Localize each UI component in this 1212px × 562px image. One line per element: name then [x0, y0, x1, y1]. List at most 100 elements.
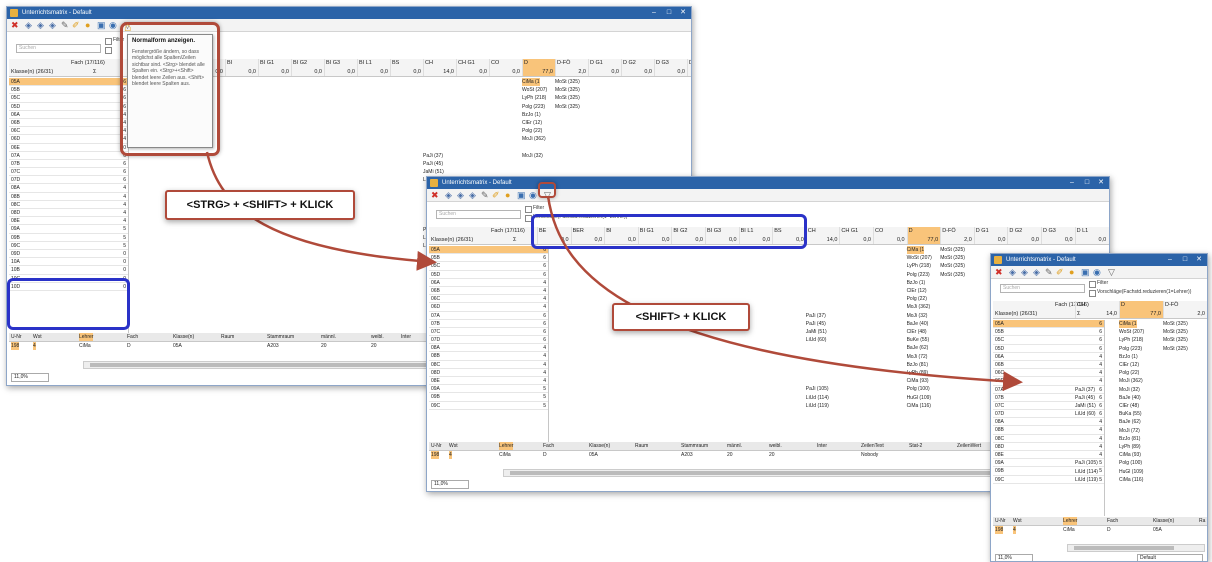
subject-header[interactable]: D G2 — [621, 59, 654, 68]
detail-column-header[interactable]: männl. — [321, 333, 336, 341]
matrix-cell[interactable]: WoSt (207) — [907, 254, 932, 262]
subject-header[interactable]: BI G3 — [324, 59, 357, 68]
subject-header[interactable]: D — [906, 227, 941, 236]
detail-column-header[interactable]: weibl. — [371, 333, 384, 341]
matrix-cell[interactable]: BzJo (1) — [1119, 353, 1138, 361]
detail-cell[interactable]: 198 — [995, 526, 1004, 534]
matrix-cell[interactable]: LiUd (60) — [806, 336, 827, 344]
matrix-cell[interactable]: LiUd (119) — [806, 402, 829, 410]
delete-icon[interactable]: ✖ — [11, 20, 19, 31]
maximize-button[interactable]: □ — [662, 7, 676, 19]
detail-cell[interactable]: 4 — [449, 451, 452, 459]
matrix-cell[interactable]: ClEr (12) — [907, 287, 927, 295]
detail-column-header[interactable]: Inter — [817, 442, 827, 450]
toolbar-tool-icon[interactable]: ◈ — [49, 20, 56, 31]
subject-header[interactable]: D-FÖ — [555, 59, 588, 68]
matrix-cell[interactable]: MoSt (325) — [1163, 320, 1188, 328]
matrix-cell[interactable]: LiUd (114) — [1075, 468, 1098, 476]
detail-cell[interactable]: 20 — [769, 451, 775, 459]
detail-column-header[interactable]: Fach — [1107, 517, 1118, 525]
help-icon[interactable]: ◉ — [109, 20, 117, 31]
matrix-cell[interactable]: PaJi (45) — [423, 160, 443, 168]
detail-column-header[interactable]: Stammraum — [681, 442, 708, 450]
subject-header[interactable]: CH G1 — [839, 227, 873, 236]
edit-icon[interactable]: ✎ — [481, 190, 489, 201]
detail-column-header[interactable]: ZeilenText — [861, 442, 884, 450]
detail-column-header[interactable]: Klasse(n) — [1153, 517, 1174, 525]
matrix-cell[interactable]: PaJi (105) — [1075, 459, 1098, 467]
subject-header[interactable]: D L1 — [1074, 227, 1109, 236]
matrix-cell[interactable]: LyPh (89) — [907, 369, 929, 377]
detail-cell[interactable]: D — [127, 342, 131, 350]
matrix-cell[interactable]: Polg (223) — [1119, 345, 1142, 353]
detail-cell[interactable]: 20 — [371, 342, 377, 350]
filter-checkbox[interactable]: Filter — [525, 205, 544, 213]
detail-cell[interactable]: 198 — [11, 342, 20, 350]
pencil-icon[interactable]: ✐ — [1056, 267, 1064, 278]
detail-cell[interactable]: D — [1107, 526, 1111, 534]
detail-column-header[interactable]: U-Nr — [11, 333, 22, 341]
matrix-cell[interactable]: PaJi (105) — [806, 385, 829, 393]
matrix-cell[interactable]: Polg (22) — [1119, 369, 1139, 377]
matrix-cell[interactable]: BaJe (62) — [907, 344, 929, 352]
matrix-cell[interactable]: MoSt (325) — [940, 254, 965, 262]
matrix-cell[interactable]: MoSt (325) — [1163, 328, 1188, 336]
detail-cell[interactable]: 05A — [1153, 526, 1162, 534]
detail-cell[interactable]: 4 — [1013, 526, 1016, 534]
detail-cell[interactable]: 20 — [321, 342, 327, 350]
matrix-cell[interactable]: MoJi (72) — [1119, 427, 1140, 435]
detail-column-header[interactable]: U-Nr — [431, 442, 442, 450]
detail-cell[interactable]: D — [543, 451, 547, 459]
detail-column-header[interactable]: Wst — [449, 442, 458, 450]
subject-header[interactable]: D L1 — [687, 59, 691, 68]
subject-header[interactable]: CO — [489, 59, 522, 68]
detail-column-header[interactable]: Fach — [543, 442, 554, 450]
maximize-button[interactable]: □ — [1080, 177, 1094, 189]
matrix-cell[interactable]: MoSt (325) — [940, 271, 965, 279]
matrix-cell[interactable]: MoSt (325) — [555, 78, 580, 86]
matrix-cell[interactable]: LiUd (119) — [1075, 476, 1098, 484]
maximize-button[interactable]: □ — [1178, 254, 1192, 266]
detail-cell[interactable]: CiMa — [79, 342, 91, 350]
detail-cell[interactable]: A203 — [267, 342, 279, 350]
subject-header[interactable]: D G3 — [654, 59, 687, 68]
matrix-cell[interactable]: CiMa (93) — [1119, 451, 1141, 459]
matrix-cell[interactable]: JaMi (51) — [423, 168, 444, 176]
help-icon[interactable]: ◉ — [1093, 267, 1101, 278]
zoom-select[interactable]: 11,0% — [995, 554, 1033, 561]
toolbar-tool-icon[interactable]: ◈ — [1021, 267, 1028, 278]
detail-column-header[interactable]: Wst — [1013, 517, 1022, 525]
subject-header[interactable]: D-FÖ — [940, 227, 974, 236]
matrix-cell[interactable]: LyPh (218) — [522, 94, 546, 102]
detail-cell[interactable]: 198 — [431, 451, 440, 459]
detail-cell[interactable]: 4 — [33, 342, 36, 350]
matrix-cell[interactable]: BuKa (55) — [1119, 410, 1142, 418]
search-input[interactable]: Suchen — [16, 44, 101, 53]
matrix-cell[interactable]: JaMi (51) — [1075, 402, 1096, 410]
edit-icon[interactable]: ✎ — [1045, 267, 1053, 278]
lightbulb-icon[interactable]: ● — [505, 190, 510, 201]
vorschlag-checkbox[interactable]: Vorschläge(Fachstd.reduzieren(1=Lehrer)) — [1089, 289, 1191, 297]
detail-column-header[interactable]: Wst — [33, 333, 42, 341]
matrix-cell[interactable]: CiMa (1 — [906, 246, 925, 254]
matrix-cell[interactable]: ClEr (48) — [907, 328, 927, 336]
matrix-cell[interactable]: Polg (100) — [1119, 459, 1142, 467]
matrix-cell[interactable]: ClEr (12) — [1119, 361, 1139, 369]
zoom-select[interactable]: 11,0% — [11, 373, 49, 382]
subject-header[interactable]: D — [522, 59, 555, 68]
matrix-cell[interactable]: CiMa (93) — [907, 377, 929, 385]
matrix-cell[interactable]: CiMa (1 — [1119, 320, 1137, 328]
detail-column-header[interactable]: Stat-2 — [909, 442, 922, 450]
subject-header[interactable]: D G1 — [588, 59, 621, 68]
matrix-cell[interactable]: MoSt (325) — [1163, 336, 1188, 344]
subject-header[interactable]: D-FÖ — [1163, 301, 1207, 310]
close-window-button[interactable]: ✕ — [1192, 254, 1206, 266]
detail-column-header[interactable]: Stammraum — [267, 333, 294, 341]
matrix-cell[interactable]: Polg (223) — [907, 271, 930, 279]
subject-header[interactable]: CH — [805, 227, 840, 236]
matrix-cell[interactable]: MoJi (32) — [907, 312, 928, 320]
detail-column-header[interactable]: Lehrer — [1063, 517, 1078, 525]
search-input[interactable]: Suchen — [1000, 284, 1085, 293]
matrix-cell[interactable]: PaJi (45) — [806, 320, 826, 328]
matrix-cell[interactable]: LyPh (218) — [907, 262, 931, 270]
